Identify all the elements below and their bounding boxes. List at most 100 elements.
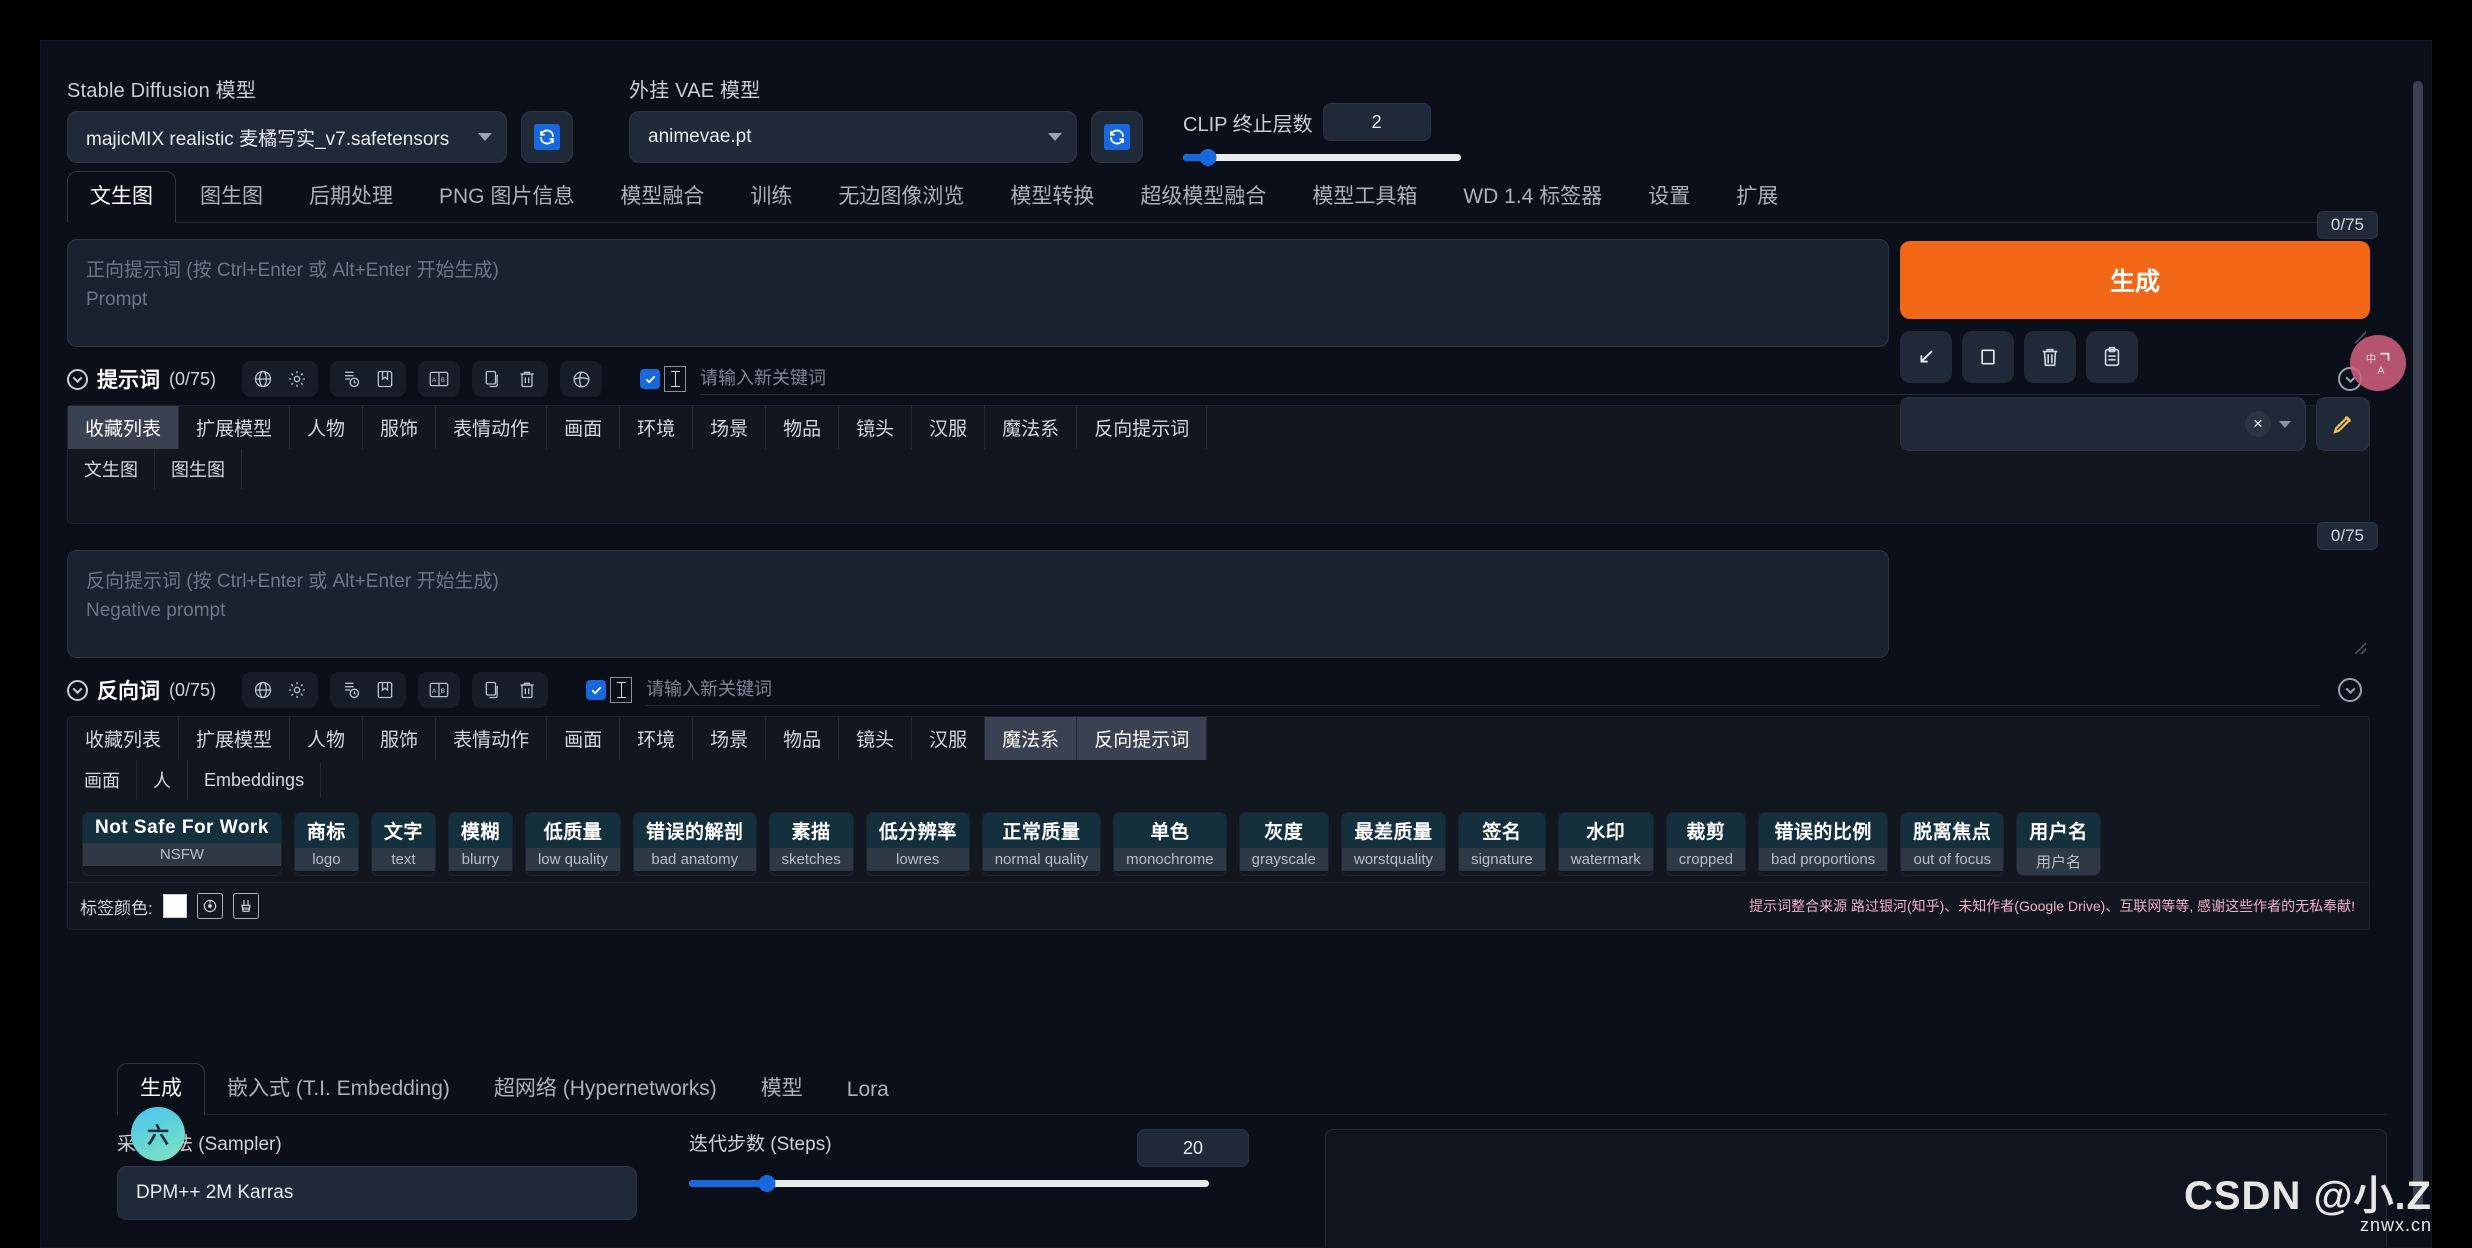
globe-icon[interactable] — [248, 676, 278, 704]
tag-item[interactable]: 商标 logo — [293, 812, 359, 876]
tab-extras[interactable]: 后期处理 — [287, 172, 415, 222]
neg-cat-objects[interactable]: 物品 — [766, 717, 840, 760]
tag-item[interactable]: 正常质量 normal quality — [981, 812, 1102, 876]
sampler-select[interactable]: DPM++ 2M Karras — [117, 1166, 637, 1220]
clip-skip-value[interactable]: 2 — [1322, 103, 1431, 141]
tag-item[interactable]: 水印 watermark — [1557, 812, 1654, 876]
translate-icon[interactable]: AB — [424, 365, 454, 393]
tag-item[interactable]: 最差质量 worstquality — [1340, 812, 1447, 876]
neg-cat-expressions[interactable]: 表情动作 — [436, 717, 548, 760]
steps-value[interactable]: 20 — [1137, 1129, 1249, 1167]
tab-supermerger[interactable]: 超级模型融合 — [1118, 172, 1288, 222]
tag-item[interactable]: 错误的解剖 bad anatomy — [632, 812, 757, 876]
tag-item[interactable]: 用户名 用户名 — [2016, 812, 2101, 876]
cat-scene[interactable]: 场景 — [693, 406, 767, 449]
slider-thumb[interactable] — [1199, 149, 1217, 166]
tag-item[interactable]: Not Safe For Work NSFW — [82, 812, 282, 876]
tab-model-toolkit[interactable]: 模型工具箱 — [1290, 172, 1439, 222]
tag-item[interactable]: 素描 sketches — [768, 812, 854, 876]
vae-model-select[interactable]: animevae.pt — [629, 111, 1077, 163]
neg-subcat-embeddings[interactable]: Embeddings — [188, 762, 322, 798]
cat-magic[interactable]: 魔法系 — [985, 406, 1078, 449]
trash-icon[interactable] — [2024, 331, 2076, 383]
edit-styles-button[interactable] — [2316, 397, 2370, 451]
tag-item[interactable]: 签名 signature — [1458, 812, 1546, 876]
neg-subcat-person[interactable]: 人 — [137, 760, 188, 800]
neg-subcat-picture[interactable]: 画面 — [68, 760, 137, 800]
positive-prompt-input[interactable]: 正向提示词 (按 Ctrl+Enter 或 Alt+Enter 开始生成) Pr… — [67, 239, 2366, 347]
cat-environment[interactable]: 环境 — [620, 406, 694, 449]
history-icon[interactable] — [336, 365, 366, 393]
generate-button[interactable]: 生成 — [1900, 241, 2370, 319]
tag-item[interactable]: 文字 text — [370, 812, 436, 876]
copy-icon[interactable] — [478, 676, 508, 704]
cat-negative[interactable]: 反向提示词 — [1077, 406, 1208, 449]
neg-cat-hanfu[interactable]: 汉服 — [912, 717, 986, 760]
tab-img2img[interactable]: 图生图 — [178, 172, 285, 222]
neg-cat-characters[interactable]: 人物 — [290, 717, 364, 760]
settings-tab-models[interactable]: 模型 — [739, 1064, 825, 1114]
clip-skip-slider[interactable] — [1183, 149, 1461, 166]
tag-item[interactable]: 错误的比例 bad proportions — [1758, 812, 1889, 876]
tab-wd-tagger[interactable]: WD 1.4 标签器 — [1441, 172, 1624, 222]
broom-icon[interactable] — [232, 893, 259, 919]
bookmark-icon[interactable] — [370, 365, 400, 393]
tag-item[interactable]: 模糊 blurry — [447, 812, 513, 876]
neg-cat-ext-models[interactable]: 扩展模型 — [179, 717, 291, 760]
refresh-vae-button[interactable] — [1091, 111, 1143, 163]
neg-cat-picture[interactable]: 画面 — [547, 717, 621, 760]
refresh-sd-model-button[interactable] — [521, 111, 573, 163]
settings-tab-embedding[interactable]: 嵌入式 (T.I. Embedding) — [205, 1064, 472, 1114]
cat-picture[interactable]: 画面 — [547, 406, 621, 449]
cat-characters[interactable]: 人物 — [290, 406, 364, 449]
positive-keyword-checkbox[interactable] — [640, 369, 661, 389]
translate-icon[interactable]: 中 A — [2350, 335, 2406, 391]
negative-keyword-input[interactable]: 请输入新关键词 — [646, 675, 2320, 706]
cat-objects[interactable]: 物品 — [766, 406, 840, 449]
clipboard-icon[interactable] — [2086, 331, 2138, 383]
tab-checkpoint-merger[interactable]: 模型融合 — [598, 172, 726, 222]
tag-item[interactable]: 低分辨率 lowres — [865, 812, 970, 876]
subcat-txt2img[interactable]: 文生图 — [68, 449, 155, 489]
tag-item[interactable]: 低质量 low quality — [524, 812, 621, 876]
tab-settings[interactable]: 设置 — [1626, 172, 1712, 222]
cat-ext-models[interactable]: 扩展模型 — [179, 406, 291, 449]
tab-png-info[interactable]: PNG 图片信息 — [417, 172, 596, 222]
tag-item[interactable]: 脱离焦点 out of focus — [1900, 812, 2005, 876]
trash-icon[interactable] — [512, 676, 542, 704]
neg-cat-scene[interactable]: 场景 — [693, 717, 767, 760]
cat-hanfu[interactable]: 汉服 — [912, 406, 986, 449]
copy-icon[interactable] — [478, 365, 508, 393]
neg-cat-negative[interactable]: 反向提示词 — [1077, 717, 1208, 760]
scrollbar-thumb[interactable] — [2413, 81, 2423, 1211]
cat-clothing[interactable]: 服饰 — [363, 406, 437, 449]
negative-collapse-icon[interactable] — [2338, 678, 2362, 702]
arrow-down-left-icon[interactable] — [1900, 331, 1952, 383]
negative-prompt-input[interactable]: 反向提示词 (按 Ctrl+Enter 或 Alt+Enter 开始生成) Ne… — [67, 550, 2366, 658]
cat-expressions[interactable]: 表情动作 — [436, 406, 548, 449]
color-swatch[interactable] — [162, 894, 187, 918]
gear-icon[interactable] — [282, 676, 312, 704]
tab-extensions[interactable]: 扩展 — [1714, 172, 1800, 222]
settings-tab-lora[interactable]: Lora — [825, 1070, 911, 1114]
styles-select[interactable]: × — [1900, 397, 2306, 451]
translate-icon[interactable]: AB — [424, 676, 454, 704]
positive-group-header[interactable]: 提示词 (0/75) — [67, 364, 216, 394]
tab-infinite-browsing[interactable]: 无边图像浏览 — [816, 172, 986, 222]
subcat-img2img[interactable]: 图生图 — [155, 449, 242, 489]
gear-icon[interactable] — [282, 365, 312, 393]
bookmark-icon[interactable] — [370, 676, 400, 704]
globe-icon[interactable] — [248, 365, 278, 393]
steps-slider[interactable] — [689, 1175, 1209, 1192]
openai-icon[interactable] — [566, 365, 596, 393]
tab-txt2img[interactable]: 文生图 — [67, 171, 176, 223]
reset-icon[interactable] — [196, 893, 223, 919]
neg-cat-clothing[interactable]: 服饰 — [363, 717, 437, 760]
tab-model-converter[interactable]: 模型转换 — [988, 172, 1116, 222]
square-icon[interactable] — [1962, 331, 2014, 383]
tab-train[interactable]: 训练 — [728, 172, 814, 222]
settings-tab-hypernetworks[interactable]: 超网络 (Hypernetworks) — [472, 1064, 739, 1114]
neg-cat-magic[interactable]: 魔法系 — [985, 717, 1078, 760]
history-icon[interactable] — [336, 676, 366, 704]
trash-icon[interactable] — [512, 365, 542, 393]
